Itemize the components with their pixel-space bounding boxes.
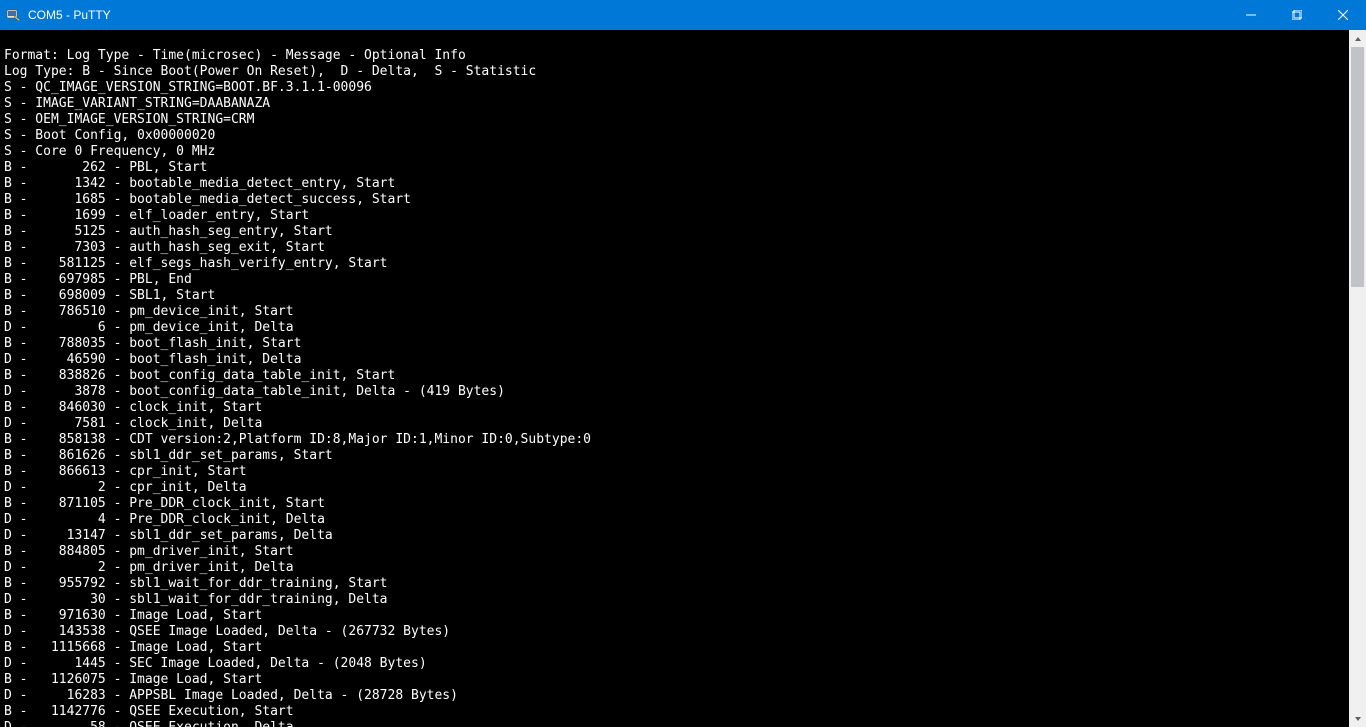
putty-icon [6,7,22,23]
scroll-up-button[interactable] [1349,30,1366,47]
maximize-button[interactable] [1274,0,1320,30]
titlebar[interactable]: COM5 - PuTTY [0,0,1366,30]
terminal-area: Format: Log Type - Time(microsec) - Mess… [0,30,1366,727]
scrollbar [1349,30,1366,727]
window-title: COM5 - PuTTY [28,8,111,22]
window-controls [1228,0,1366,30]
close-button[interactable] [1320,0,1366,30]
scroll-down-button[interactable] [1349,710,1366,727]
scroll-track[interactable] [1349,47,1366,710]
minimize-button[interactable] [1228,0,1274,30]
scroll-thumb[interactable] [1351,47,1364,287]
terminal-output[interactable]: Format: Log Type - Time(microsec) - Mess… [0,30,1349,727]
